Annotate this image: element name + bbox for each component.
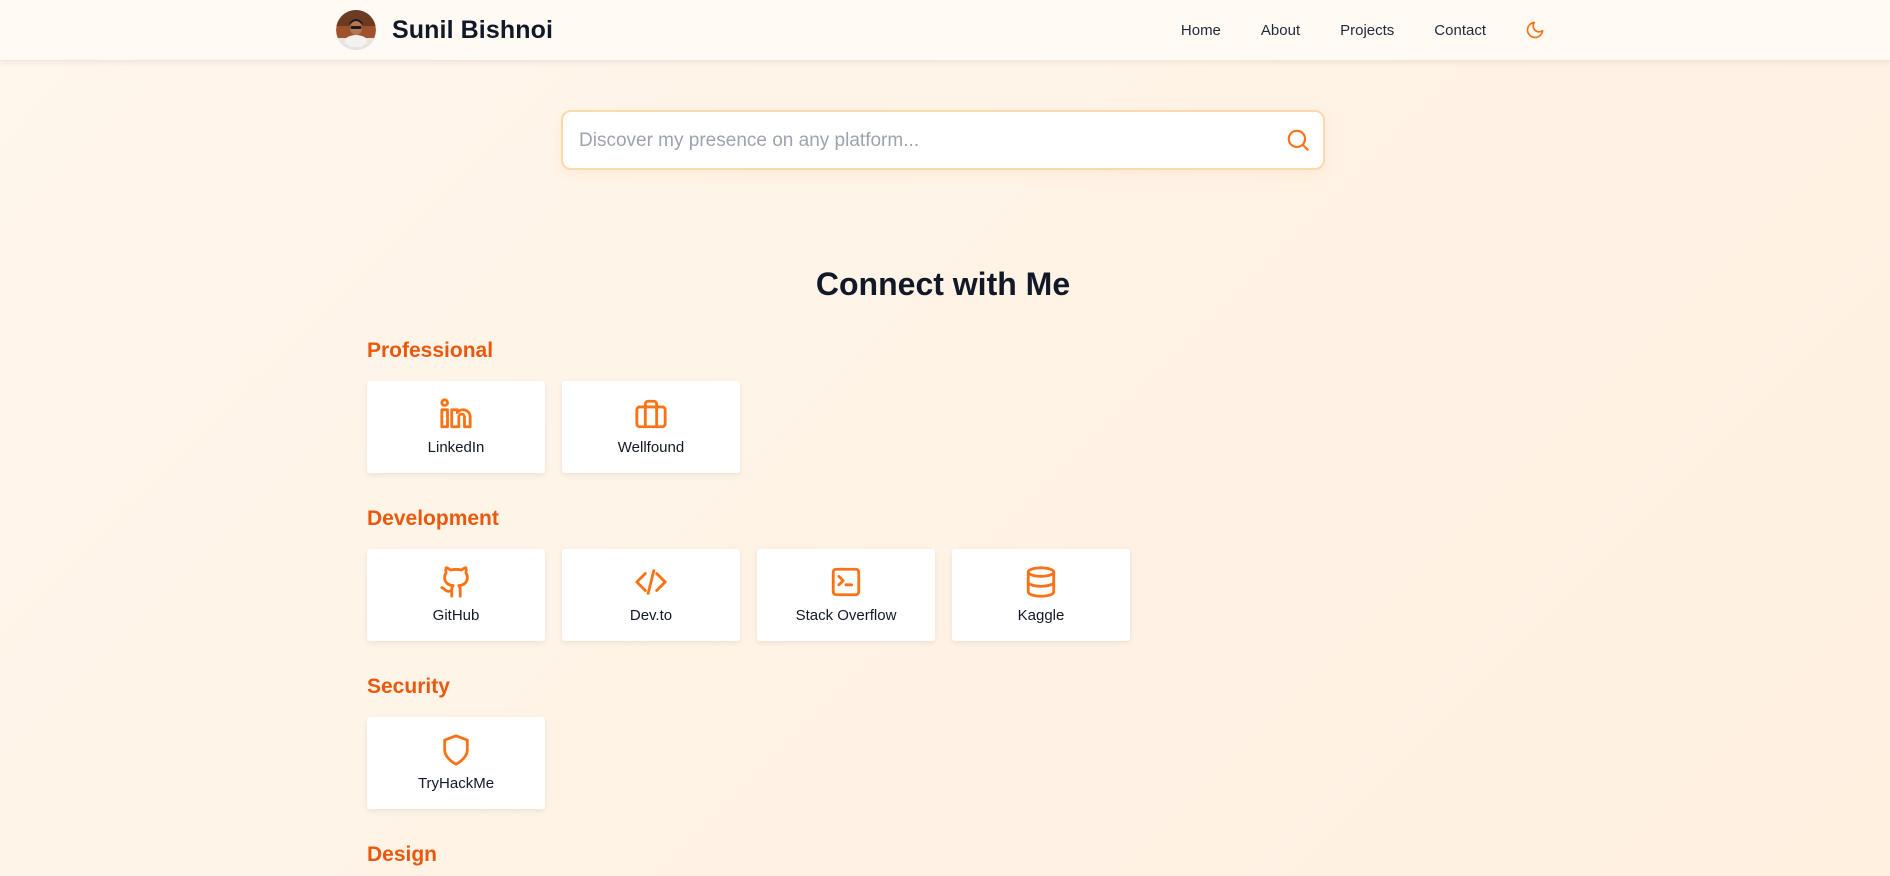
- platform-card-kaggle[interactable]: Kaggle: [952, 549, 1130, 641]
- platform-card-stack-overflow[interactable]: Stack Overflow: [757, 549, 935, 641]
- platform-label: LinkedIn: [427, 439, 485, 456]
- platform-label: Kaggle: [1017, 607, 1065, 624]
- nav-home-link[interactable]: Home: [1181, 22, 1221, 39]
- database-icon: [1026, 566, 1056, 598]
- nav-contact-link[interactable]: Contact: [1434, 22, 1486, 39]
- platform-card-linkedin[interactable]: LinkedIn: [367, 381, 545, 473]
- nav-about-link[interactable]: About: [1261, 22, 1300, 39]
- briefcase-icon: [635, 399, 667, 429]
- nav-projects-link[interactable]: Projects: [1340, 22, 1394, 39]
- platform-label: GitHub: [432, 607, 480, 624]
- platform-card-wellfound[interactable]: Wellfound: [562, 381, 740, 473]
- page-title: Connect with Me: [815, 266, 1071, 302]
- search-box: [561, 110, 1325, 170]
- terminal-icon: [831, 567, 861, 597]
- search-icon[interactable]: [1285, 127, 1311, 153]
- github-icon: [440, 566, 469, 598]
- platform-label: TryHackMe: [417, 775, 495, 792]
- platform-label: Dev.to: [629, 607, 673, 624]
- category-heading-development: Development: [367, 507, 499, 530]
- category-heading-design: Design: [367, 843, 438, 866]
- code-icon: [635, 569, 667, 595]
- platform-card-github[interactable]: GitHub: [367, 549, 545, 641]
- category-heading-security: Security: [367, 675, 450, 698]
- platform-label: Stack Overflow: [795, 607, 897, 624]
- search-input[interactable]: [577, 112, 1271, 170]
- theme-toggle-button[interactable]: [1524, 19, 1546, 41]
- top-navbar: Sunil Bishnoi Home About Projects Contac…: [0, 0, 1890, 61]
- category-heading-professional: Professional: [367, 339, 494, 362]
- navbar-inner: Sunil Bishnoi Home About Projects Contac…: [336, 0, 1546, 60]
- linkedin-icon: [440, 398, 472, 429]
- moon-icon: [1526, 21, 1544, 39]
- profile-photo-icon: [336, 10, 376, 50]
- platform-card-devto[interactable]: Dev.to: [562, 549, 740, 641]
- shield-icon: [443, 734, 469, 766]
- platform-label: Wellfound: [617, 439, 685, 456]
- main-nav: Home About Projects Contact: [1181, 19, 1546, 41]
- avatar: [336, 10, 376, 50]
- brand-link[interactable]: Sunil Bishnoi: [336, 10, 553, 50]
- platform-card-tryhackme[interactable]: TryHackMe: [367, 717, 545, 809]
- brand-name: Sunil Bishnoi: [392, 15, 554, 44]
